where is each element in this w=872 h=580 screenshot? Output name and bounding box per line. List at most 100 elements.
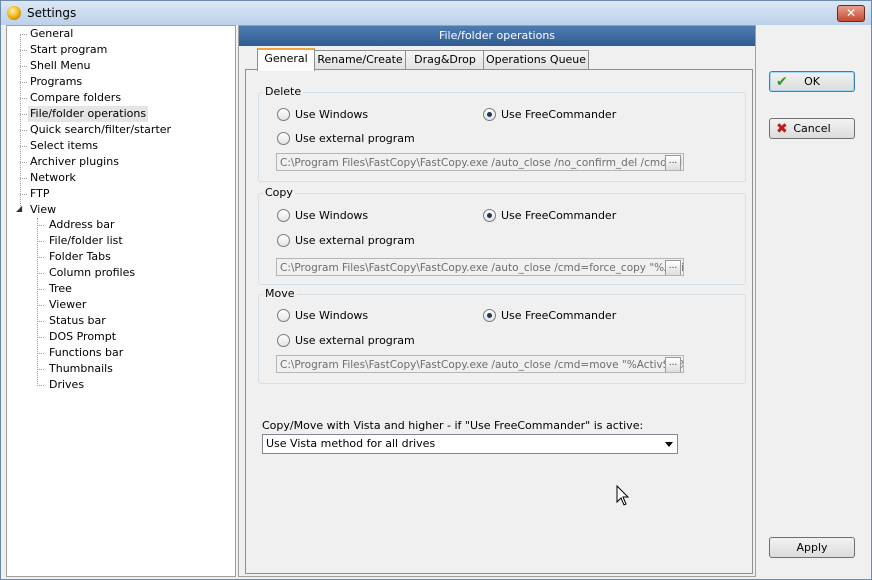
radio-label: Use external program <box>295 334 415 347</box>
delete-browse-button[interactable]: ... <box>665 155 681 170</box>
settings-tree[interactable]: General Start program Shell Menu Program… <box>6 25 236 577</box>
delete-group: Delete Use Windows Use FreeCommander Use… <box>258 85 746 182</box>
tree-item-status-bar[interactable]: Status bar <box>47 313 108 329</box>
vista-method-select[interactable]: Use Vista method for all drives <box>262 434 678 454</box>
window-title: Settings <box>27 6 77 20</box>
tree-line <box>20 98 27 99</box>
tree-item-file-folder-operations[interactable]: File/folder operations <box>28 106 149 122</box>
radio-circle <box>277 234 290 247</box>
radio-circle <box>277 209 290 222</box>
tree-line <box>20 194 27 195</box>
tab-body-general: Delete Use Windows Use FreeCommander Use… <box>245 69 753 574</box>
tree-line <box>20 162 27 163</box>
tree-line <box>20 130 27 131</box>
cancel-label: Cancel <box>793 122 831 135</box>
radio-label: Use external program <box>295 132 415 145</box>
vista-method-label: Copy/Move with Vista and higher - if "Us… <box>262 419 644 432</box>
path-text: C:\Program Files\FastCopy\FastCopy.exe /… <box>280 359 684 371</box>
tree-line <box>20 34 27 35</box>
tree-item-archiver-plugins[interactable]: Archiver plugins <box>28 154 121 170</box>
move-external-path-field[interactable]: C:\Program Files\FastCopy\FastCopy.exe /… <box>276 355 684 373</box>
tab-operations-queue[interactable]: Operations Queue <box>483 50 589 69</box>
tree-line <box>37 273 44 274</box>
panel-header: File/folder operations <box>239 26 755 46</box>
tree-line <box>20 66 27 67</box>
radio-label: Use external program <box>295 234 415 247</box>
radio-label: Use FreeCommander <box>501 108 617 121</box>
tree-line <box>20 146 27 147</box>
radio-label: Use Windows <box>295 108 369 121</box>
tree-line <box>37 257 44 258</box>
tree-item-address-bar[interactable]: Address bar <box>47 217 117 233</box>
chevron-down-icon <box>665 442 673 447</box>
tree-line <box>20 178 27 179</box>
expand-triangle-icon[interactable]: ◢ <box>16 204 22 213</box>
tab-general[interactable]: General <box>257 48 315 71</box>
tree-item-network[interactable]: Network <box>28 170 78 186</box>
move-browse-button[interactable]: ... <box>665 357 681 372</box>
tree-item-start-program[interactable]: Start program <box>28 42 109 58</box>
radio-label: Use Windows <box>295 209 369 222</box>
tree-line <box>20 34 21 210</box>
copy-group: Copy Use Windows Use FreeCommander Use e… <box>258 186 746 285</box>
tree-item-file-folder-list[interactable]: File/folder list <box>47 233 125 249</box>
tree-line <box>37 353 44 354</box>
tree-item-general[interactable]: General <box>28 26 75 42</box>
tree-item-thumbnails[interactable]: Thumbnails <box>47 361 115 377</box>
tree-item-tree[interactable]: Tree <box>47 281 74 297</box>
radio-circle <box>277 108 290 121</box>
cancel-button[interactable]: ✖ Cancel <box>769 118 855 139</box>
close-button[interactable]: ✕ <box>837 5 865 22</box>
freecommander-icon <box>7 6 21 20</box>
tree-item-drives[interactable]: Drives <box>47 377 86 393</box>
copy-browse-button[interactable]: ... <box>665 260 681 275</box>
copy-external-path-field[interactable]: C:\Program Files\FastCopy\FastCopy.exe /… <box>276 258 684 276</box>
tree-line <box>37 218 38 386</box>
delete-group-label: Delete <box>263 85 304 98</box>
move-group: Move Use Windows Use FreeCommander Use e… <box>258 287 746 384</box>
tree-line <box>37 337 44 338</box>
tree-item-programs[interactable]: Programs <box>28 74 84 90</box>
tab-strip: General Rename/Create Drag&Drop Operatio… <box>245 48 745 71</box>
tree-item-functions-bar[interactable]: Functions bar <box>47 345 125 361</box>
tree-item-quick-search[interactable]: Quick search/filter/starter <box>28 122 173 138</box>
title-bar[interactable]: Settings ✕ <box>1 1 871 25</box>
tree-item-shell-menu[interactable]: Shell Menu <box>28 58 93 74</box>
mouse-cursor-icon <box>616 485 630 506</box>
tree-line <box>37 305 44 306</box>
radio-circle <box>277 309 290 322</box>
tree-line <box>37 225 44 226</box>
radio-circle <box>277 132 290 145</box>
settings-panel: File/folder operations General Rename/Cr… <box>238 25 756 577</box>
apply-button[interactable]: Apply <box>769 537 855 558</box>
tree-item-view[interactable]: View <box>28 202 58 218</box>
tab-drag-drop[interactable]: Drag&Drop <box>405 50 485 69</box>
ok-button[interactable]: ✔ OK <box>769 71 855 92</box>
tree-item-column-profiles[interactable]: Column profiles <box>47 265 137 281</box>
radio-label: Use FreeCommander <box>501 209 617 222</box>
path-text: C:\Program Files\FastCopy\FastCopy.exe /… <box>280 262 684 274</box>
tree-line <box>20 82 27 83</box>
x-icon: ✖ <box>776 121 788 137</box>
tree-item-folder-tabs[interactable]: Folder Tabs <box>47 249 113 265</box>
tree-line <box>37 369 44 370</box>
tree-item-select-items[interactable]: Select items <box>28 138 100 154</box>
radio-circle <box>277 334 290 347</box>
tree-line <box>37 241 44 242</box>
tree-item-viewer[interactable]: Viewer <box>47 297 88 313</box>
radio-circle-checked <box>483 209 496 222</box>
copy-group-label: Copy <box>263 186 295 199</box>
ok-label: OK <box>804 75 820 88</box>
radio-label: Use FreeCommander <box>501 309 617 322</box>
tree-item-ftp[interactable]: FTP <box>28 186 52 202</box>
tree-line <box>37 289 44 290</box>
checkmark-icon: ✔ <box>776 74 788 90</box>
move-group-label: Move <box>263 287 297 300</box>
delete-external-path-field[interactable]: C:\Program Files\FastCopy\FastCopy.exe /… <box>276 153 684 171</box>
tree-line <box>20 114 27 115</box>
tree-line <box>20 50 27 51</box>
tree-item-dos-prompt[interactable]: DOS Prompt <box>47 329 118 345</box>
tree-item-compare-folders[interactable]: Compare folders <box>28 90 123 106</box>
tab-rename-create[interactable]: Rename/Create <box>313 50 407 69</box>
radio-circle-checked <box>483 108 496 121</box>
